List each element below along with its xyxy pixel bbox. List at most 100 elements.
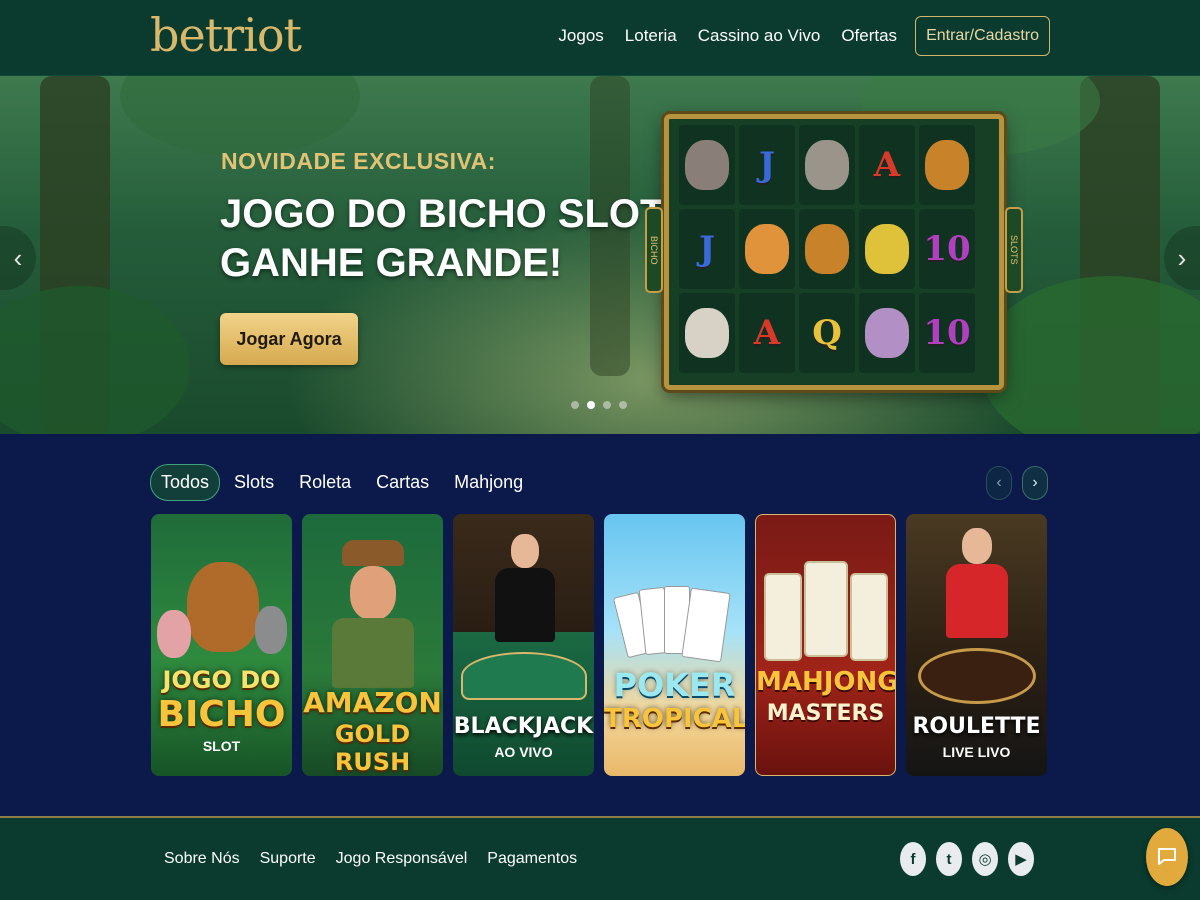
slot-symbol-text: J xyxy=(758,145,776,185)
game-card-mahjong-masters[interactable]: MAHJONG MASTERS xyxy=(755,514,896,776)
nav-ofertas[interactable]: Ofertas xyxy=(841,26,897,46)
tiger-icon xyxy=(745,224,789,274)
game-card-art xyxy=(756,515,895,775)
slot-symbol-text: A xyxy=(873,145,901,185)
slot-symbol: Q xyxy=(799,293,855,373)
playing-card-illustration xyxy=(681,587,731,663)
hero-banner: ‹ › NOVIDADE EXCLUSIVA: JOGO DO BICHO SL… xyxy=(0,76,1200,434)
mahjong-tile-illustration xyxy=(850,573,888,661)
instagram-icon[interactable]: ◎ xyxy=(972,842,998,876)
carousel-dot-1[interactable] xyxy=(571,401,579,409)
game-card-art xyxy=(604,514,745,776)
game-card-title-2: GOLD RUSH xyxy=(334,720,411,776)
game-card-blackjack[interactable]: BLACKJACK AO VIVO xyxy=(453,514,594,776)
game-card-jogo-do-bicho[interactable]: JOGO DO BICHO SLOT xyxy=(151,514,292,776)
play-now-button[interactable]: Jogar Agora xyxy=(220,313,358,365)
game-card-title: MAHJONG xyxy=(756,667,896,697)
elephant-icon xyxy=(805,140,849,190)
slot-machine-art: BICHO SLOTS J A J 10 A Q 10 xyxy=(645,114,1023,390)
chat-button[interactable] xyxy=(1146,828,1188,886)
tab-cartas[interactable]: Cartas xyxy=(376,472,429,493)
site-header: betriot Jogos Loteria Cassino ao Vivo Of… xyxy=(0,0,1200,76)
carousel-dot-2[interactable] xyxy=(587,401,595,409)
twitter-icon[interactable]: t xyxy=(936,842,962,876)
footer-link-jogo-responsavel[interactable]: Jogo Responsável xyxy=(336,850,468,868)
games-next-button[interactable]: › xyxy=(1022,466,1048,500)
explorer-body-illustration xyxy=(332,618,414,688)
main-nav: Jogos Loteria Cassino ao Vivo Ofertas En… xyxy=(537,16,1050,56)
slot-symbol-bear-icon xyxy=(679,293,735,373)
site-footer: Sobre Nós Suporte Jogo Responsável Pagam… xyxy=(0,816,1200,900)
game-card-title-2: TROPICAL xyxy=(604,704,745,734)
explorer-face-illustration xyxy=(350,566,396,620)
chat-bubble-icon xyxy=(1158,848,1176,865)
game-card-roulette[interactable]: ROULETTE LIVE LIVO xyxy=(906,514,1047,776)
slot-reels: J A J 10 A Q 10 xyxy=(679,125,975,373)
explorer-hat-illustration xyxy=(342,540,404,566)
mahjong-tile-illustration xyxy=(764,573,802,661)
site-logo[interactable]: betriot xyxy=(150,8,302,62)
games-prev-button[interactable]: ‹ xyxy=(986,466,1012,500)
tab-mahjong[interactable]: Mahjong xyxy=(454,472,523,493)
games-carousel-controls: ‹ › xyxy=(986,466,1048,500)
nav-loteria[interactable]: Loteria xyxy=(625,26,677,46)
games-section: Todos Slots Roleta Cartas Mahjong ‹ › JO… xyxy=(0,434,1200,816)
game-card-title: POKER xyxy=(613,666,736,704)
login-register-button[interactable]: Entrar/Cadastro xyxy=(915,16,1050,56)
pig-icon xyxy=(865,308,909,358)
footer-link-sobre-nos[interactable]: Sobre Nós xyxy=(164,850,240,868)
game-card-poker-tropical[interactable]: POKER TROPICAL xyxy=(604,514,745,776)
category-tabs: Todos Slots Roleta Cartas Mahjong xyxy=(150,464,548,501)
game-card-art xyxy=(151,514,292,776)
nav-cassino-ao-vivo[interactable]: Cassino ao Vivo xyxy=(698,26,821,46)
slot-symbol-text: J xyxy=(698,229,716,269)
footer-links: Sobre Nós Suporte Jogo Responsável Pagam… xyxy=(164,850,577,868)
footer-link-pagamentos[interactable]: Pagamentos xyxy=(487,850,577,868)
game-card-title: ROULETTE xyxy=(912,714,1041,739)
facebook-icon[interactable]: f xyxy=(900,842,926,876)
foliage xyxy=(0,286,190,434)
slot-symbol-text: A xyxy=(753,313,781,353)
mahjong-tile-illustration xyxy=(804,561,848,657)
slot-side-label-left: BICHO xyxy=(645,207,663,293)
carousel-dot-3[interactable] xyxy=(603,401,611,409)
youtube-icon[interactable]: ▶ xyxy=(1008,842,1034,876)
hero-eyebrow: NOVIDADE EXCLUSIVA: xyxy=(221,148,496,174)
bear-illustration xyxy=(187,562,259,652)
game-card-title: AMAZON xyxy=(303,686,442,719)
slot-symbol: 10 xyxy=(919,293,975,373)
slot-symbol-rhino-icon xyxy=(679,125,735,205)
slot-symbol: 10 xyxy=(919,209,975,289)
lion-icon xyxy=(805,224,849,274)
game-card-title: JOGO DO xyxy=(162,666,281,694)
slot-symbol-elephant-icon xyxy=(799,125,855,205)
carousel-dot-4[interactable] xyxy=(619,401,627,409)
rhino-icon xyxy=(685,140,729,190)
footer-link-suporte[interactable]: Suporte xyxy=(260,850,316,868)
slot-symbol-lion-icon xyxy=(919,125,975,205)
slot-symbol: J xyxy=(679,209,735,289)
slot-symbol-text: 10 xyxy=(923,313,971,353)
game-card-amazon-gold-rush[interactable]: AMAZON GOLD RUSH xyxy=(302,514,443,776)
dealer-face-illustration xyxy=(511,534,539,568)
foliage xyxy=(980,276,1200,434)
nav-jogos[interactable]: Jogos xyxy=(558,26,603,46)
game-card-subtitle: AO VIVO xyxy=(494,744,553,760)
tab-roleta[interactable]: Roleta xyxy=(299,472,351,493)
roulette-wheel-illustration xyxy=(918,648,1036,704)
pig-illustration xyxy=(157,610,191,658)
bear-icon xyxy=(685,308,729,358)
game-cards: JOGO DO BICHO SLOT AMAZON GOLD RUSH BLAC… xyxy=(151,514,1047,776)
game-card-title-2: BICHO xyxy=(157,694,286,735)
tab-slots[interactable]: Slots xyxy=(234,472,274,493)
game-card-subtitle: LIVE LIVO xyxy=(942,744,1011,760)
tab-todos[interactable]: Todos xyxy=(150,464,221,501)
parrot-icon xyxy=(865,224,909,274)
slot-symbol-text: Q xyxy=(812,313,842,353)
social-links: f t ◎ ▶ xyxy=(900,842,1034,876)
blackjack-table-illustration xyxy=(461,652,587,700)
hero-title-line1: JOGO DO BICHO SLOT! xyxy=(220,192,678,236)
carousel-dots xyxy=(571,401,627,409)
game-card-title: BLACKJACK xyxy=(453,714,594,739)
dealer-face-illustration xyxy=(962,528,992,564)
